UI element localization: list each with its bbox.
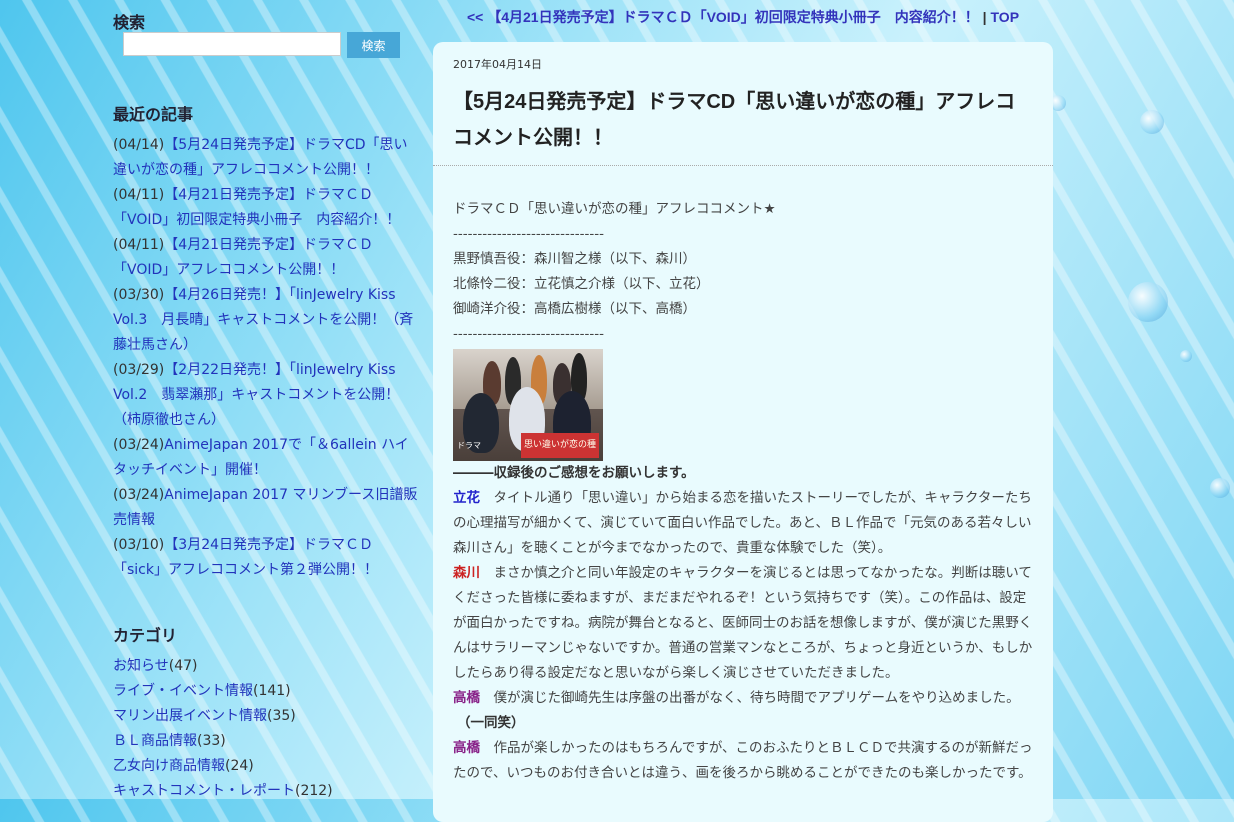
category-count: (35)	[267, 708, 296, 724]
recent-articles: 最近の記事 (04/14)【5月24日発売予定】ドラマCD「思い違いが恋の種」ア…	[113, 101, 418, 583]
cast-photo[interactable]: ドラマ 思い違いが恋の種	[453, 349, 603, 461]
list-item: (03/29)【2月22日発売！】「linJewelry Kiss Vol.2 …	[113, 358, 418, 433]
search-button[interactable]: 検索	[347, 32, 400, 58]
photo-caption: 思い違いが恋の種	[520, 433, 599, 458]
cast-line: 黒野慎吾役：森川智之様（以下、森川）	[453, 251, 696, 267]
recent-article-date: (03/29)	[113, 362, 165, 378]
comment: 高橋 僕が演じた御崎先生は序盤の出番がなく、待ち時間でアプリゲームをやり込めまし…	[453, 686, 1033, 711]
speaker-name: 森川	[453, 565, 480, 581]
list-item: (04/14)【5月24日発売予定】ドラマCD「思い違いが恋の種」アフレココメン…	[113, 133, 418, 183]
category-count: (47)	[168, 658, 198, 674]
recent-article-date: (04/11)	[113, 187, 165, 203]
recent-articles-heading: 最近の記事	[113, 107, 194, 124]
recent-article-date: (03/30)	[113, 287, 165, 303]
category-link[interactable]: ＢＬ商品情報	[113, 733, 197, 749]
category-count: (24)	[225, 758, 254, 774]
speaker-name: 高橋	[453, 740, 480, 756]
comment-text: タイトル通り「思い違い」から始まる恋を描いたストーリーでしたが、キャラクターたち…	[453, 490, 1032, 556]
cast-line: 北條怜二役：立花慎之介様（以下、立花）	[453, 276, 710, 292]
recent-article-date: (03/10)	[113, 537, 165, 553]
list-item: (03/10)【3月24日発売予定】ドラマＣＤ「sick」アフレココメント第２弾…	[113, 533, 418, 583]
recent-article-date: (04/11)	[113, 237, 165, 253]
list-item: (03/24)AnimeJapan 2017で「＆6allein ハイタッチイベ…	[113, 433, 418, 483]
recent-article-date: (03/24)	[113, 437, 165, 453]
categories-list: お知らせ(47) ライブ・イベント情報(141) マリン出展イベント情報(35) ＢＬ…	[113, 654, 418, 804]
list-item: 乙女向け商品情報(24)	[113, 754, 418, 779]
list-item: マリン出展イベント情報(35)	[113, 704, 418, 729]
search-heading: 検索	[113, 15, 146, 32]
category-link[interactable]: 乙女向け商品情報	[113, 758, 225, 774]
list-item: ＢＬ商品情報(33)	[113, 729, 418, 754]
list-item: (04/11)【4月21日発売予定】ドラマＣＤ「VOID」初回限定特典小冊子 内…	[113, 183, 418, 233]
speaker-name: 高橋	[453, 690, 480, 706]
article: 2017年04月14日 【5月24日発売予定】ドラマCD「思い違いが恋の種」アフ…	[433, 42, 1053, 822]
search-form: 検索	[123, 32, 400, 58]
top-navigation: << 【4月21日発売予定】ドラマＣＤ「VOID」初回限定特典小冊子 内容紹介！…	[433, 7, 1053, 27]
nav-separator: |	[978, 9, 991, 25]
prev-article-link[interactable]: << 【4月21日発売予定】ドラマＣＤ「VOID」初回限定特典小冊子 内容紹介！…	[467, 9, 979, 25]
recent-article-date: (03/24)	[113, 487, 165, 503]
interview-question: ―――収録後のご感想をお願いします。	[453, 465, 695, 481]
search-input[interactable]	[123, 32, 341, 56]
all-laugh: （一同笑）	[457, 715, 525, 731]
recent-article-date: (04/14)	[113, 137, 165, 153]
speaker-name: 立花	[453, 490, 480, 506]
water-drop-decoration	[1180, 350, 1192, 362]
cast-list: 黒野慎吾役：森川智之様（以下、森川） 北條怜二役：立花慎之介様（以下、立花） 御崎洋…	[453, 247, 1033, 322]
article-date: 2017年04月14日	[453, 58, 542, 71]
category-count: (212)	[295, 783, 333, 799]
cast-line: 御崎洋介役：高橋広樹様（以下、高橋）	[453, 301, 696, 317]
category-link[interactable]: キャストコメント・レポート	[113, 783, 295, 799]
article-intro: ドラマＣＤ「思い違いが恋の種」アフレココメント★	[453, 201, 776, 217]
list-item: お知らせ(47)	[113, 654, 418, 679]
list-item: (04/11)【4月21日発売予定】ドラマＣＤ「VOID」アフレココメント公開！…	[113, 233, 418, 283]
title-divider	[433, 165, 1053, 166]
top-link[interactable]: TOP	[991, 9, 1020, 25]
list-item: ライブ・イベント情報(141)	[113, 679, 418, 704]
comment: 立花 タイトル通り「思い違い」から始まる恋を描いたストーリーでしたが、キャラクタ…	[453, 486, 1033, 561]
comment-text: 作品が楽しかったのはもちろんですが、このおふたりとＢＬＣＤで共演するのが新鮮だっ…	[453, 740, 1033, 781]
categories-heading: カテゴリ	[113, 628, 178, 645]
comment-text: 僕が演じた御崎先生は序盤の出番がなく、待ち時間でアプリゲームをやり込めました。	[493, 690, 1020, 706]
comments: 立花 タイトル通り「思い違い」から始まる恋を描いたストーリーでしたが、キャラクタ…	[453, 486, 1033, 711]
list-item: キャストコメント・レポート(212)	[113, 779, 418, 804]
comment: 森川 まさか慎之介と同い年設定のキャラクターを演じるとは思ってなかったな。判断は…	[453, 561, 1033, 686]
water-drop-decoration	[1210, 478, 1230, 498]
recent-articles-list: (04/14)【5月24日発売予定】ドラマCD「思い違いが恋の種」アフレココメン…	[113, 133, 418, 583]
list-item: (03/30)【4月26日発売！】「linJewelry Kiss Vol.3 …	[113, 283, 418, 358]
article-title: 【5月24日発売予定】ドラマCD「思い違いが恋の種」アフレココメント公開！！	[453, 91, 1016, 149]
category-link[interactable]: ライブ・イベント情報	[113, 683, 253, 699]
list-item: (03/24)AnimeJapan 2017 マリンブース旧譜販売情報	[113, 483, 418, 533]
article-body: ドラマＣＤ「思い違いが恋の種」アフレココメント★ ---------------…	[453, 197, 1033, 786]
category-count: (33)	[197, 733, 226, 749]
category-link[interactable]: マリン出展イベント情報	[113, 708, 267, 724]
category-link[interactable]: お知らせ	[113, 658, 169, 674]
category-count: (141)	[253, 683, 291, 699]
water-drop-decoration	[1128, 282, 1168, 322]
dashed-divider: -------------------------------	[453, 226, 605, 242]
comment-last: 高橋 作品が楽しかったのはもちろんですが、このおふたりとＢＬＣＤで共演するのが新…	[453, 736, 1033, 786]
water-drop-decoration	[1140, 110, 1164, 134]
photo-label: ドラマ	[457, 441, 481, 450]
dashed-divider: -------------------------------	[453, 326, 605, 342]
comment-text: まさか慎之介と同い年設定のキャラクターを演じるとは思ってなかったな。判断は聴いて…	[453, 565, 1033, 681]
categories: カテゴリ お知らせ(47) ライブ・イベント情報(141) マリン出展イベント情報(…	[113, 622, 418, 804]
